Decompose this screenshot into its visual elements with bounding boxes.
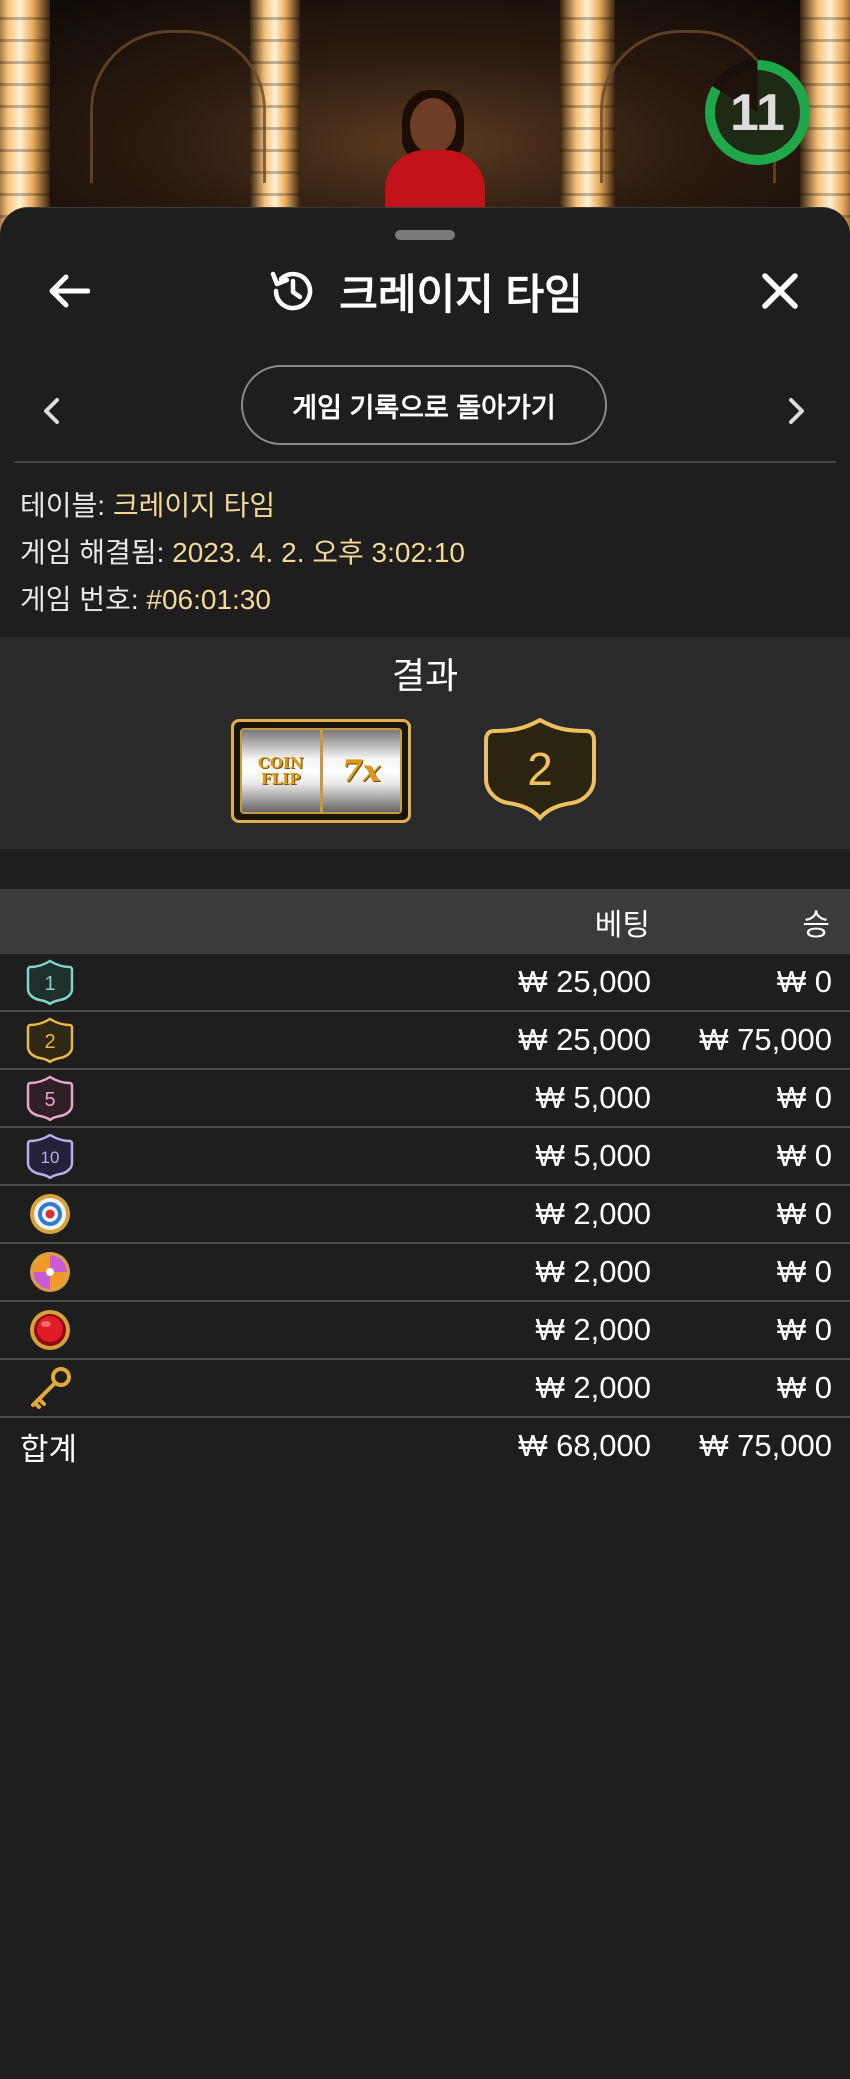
top-slot-icon: COIN FLIP 7x <box>231 719 411 823</box>
table-row: ₩ 2,000 ₩ 0 <box>0 1186 850 1244</box>
win-amount: ₩ 0 <box>776 1370 832 1405</box>
win-amount: ₩ 0 <box>776 1080 832 1115</box>
total-bet-amount: ₩ 68,000 <box>518 1428 651 1463</box>
win-amount: ₩ 0 <box>776 964 832 999</box>
game-history-detail-sheet: 크레이지 타임 게임 기록으로 돌아가기 테이블: 크레이지 타임 게임 해결됨… <box>0 207 850 2079</box>
table-info: 테이블: 크레이지 타임 <box>20 484 275 524</box>
table-row: 1 ₩ 25,000 ₩ 0 <box>0 954 850 1012</box>
slot-reel-coin-flip: COIN FLIP <box>242 730 320 812</box>
bet-amount: ₩ 2,000 <box>535 1254 651 1289</box>
decor-pillar <box>0 0 50 240</box>
slot-reels: COIN FLIP 7x <box>240 728 402 814</box>
svg-text:5: 5 <box>44 1089 55 1111</box>
total-label: 합계 <box>20 1431 78 1467</box>
total-row: 합계 ₩ 68,000 ₩ 75,000 <box>0 1418 850 1474</box>
total-win-amount: ₩ 75,000 <box>699 1428 832 1463</box>
bet-amount: ₩ 5,000 <box>535 1080 651 1115</box>
chevron-left-icon <box>44 398 59 424</box>
resolved-info: 게임 해결됨: 2023. 4. 2. 오후 3:02:10 <box>20 531 465 571</box>
bet-amount: ₩ 2,000 <box>535 1196 651 1231</box>
win-amount: ₩ 0 <box>776 1138 832 1173</box>
previous-game-button[interactable] <box>36 386 66 436</box>
resolved-label: 게임 해결됨: <box>20 537 165 568</box>
svg-text:2: 2 <box>44 1031 55 1053</box>
bets-table-header: 베팅 승 <box>0 889 850 954</box>
number-2-badge-icon: 2 <box>24 1016 76 1064</box>
shield-badge-icon: 2 <box>484 717 596 822</box>
countdown-timer-value: 11 <box>715 70 800 155</box>
svg-text:10: 10 <box>41 1148 60 1167</box>
table-row: 2 ₩ 25,000 ₩ 75,000 <box>0 1012 850 1070</box>
dealer-head <box>410 98 456 154</box>
bet-amount: ₩ 2,000 <box>535 1312 651 1347</box>
result-section: 결과 COIN FLIP 7x 2 <box>0 637 850 849</box>
game-number-info: 게임 번호: #06:01:30 <box>20 578 271 618</box>
win-amount: ₩ 75,000 <box>699 1022 832 1057</box>
cash-hunt-red-button-icon <box>24 1306 76 1354</box>
table-row: ₩ 2,000 ₩ 0 <box>0 1302 850 1360</box>
game-number-label: 게임 번호: <box>20 584 139 615</box>
decor-arch <box>90 30 266 183</box>
table-row: ₩ 2,000 ₩ 0 <box>0 1360 850 1418</box>
back-to-history-button[interactable]: 게임 기록으로 돌아가기 <box>241 365 607 445</box>
page-title-text: 크레이지 타임 <box>339 270 583 318</box>
game-number-value: #06:01:30 <box>146 584 271 615</box>
resolved-value: 2023. 4. 2. 오후 3:02:10 <box>172 537 465 568</box>
result-number-badge: 2 <box>482 717 598 822</box>
countdown-timer: 11 <box>705 60 810 165</box>
sheet-drag-handle[interactable] <box>395 230 455 240</box>
win-amount: ₩ 0 <box>776 1196 832 1231</box>
next-game-button[interactable] <box>782 386 812 436</box>
number-10-badge-icon: 10 <box>24 1132 76 1180</box>
history-icon <box>270 271 313 311</box>
slot-reel-multiplier: 7x <box>319 730 400 812</box>
bet-amount: ₩ 2,000 <box>535 1370 651 1405</box>
win-amount: ₩ 0 <box>776 1312 832 1347</box>
number-1-badge-icon: 1 <box>24 958 76 1006</box>
table-label: 테이블: <box>20 490 106 521</box>
divider <box>14 461 836 463</box>
bet-amount: ₩ 25,000 <box>518 964 651 999</box>
number-5-badge-icon: 5 <box>24 1074 76 1122</box>
result-title: 결과 <box>391 655 459 696</box>
pachinko-candy-icon <box>24 1248 76 1296</box>
table-row: 10 ₩ 5,000 ₩ 0 <box>0 1128 850 1186</box>
crazy-time-key-icon <box>24 1364 76 1412</box>
live-video-background: 11 <box>0 0 850 240</box>
page-title: 크레이지 타임 <box>0 258 850 324</box>
close-icon <box>762 273 798 309</box>
win-amount: ₩ 0 <box>776 1254 832 1289</box>
bet-amount: ₩ 25,000 <box>518 1022 651 1057</box>
close-button[interactable] <box>755 266 805 316</box>
svg-text:1: 1 <box>44 973 55 995</box>
coin-flip-target-icon <box>24 1190 76 1238</box>
table-value: 크레이지 타임 <box>112 490 276 521</box>
chevron-right-icon <box>789 398 804 424</box>
table-row: 5 ₩ 5,000 ₩ 0 <box>0 1070 850 1128</box>
column-win-header: 승 <box>802 908 830 942</box>
bet-amount: ₩ 5,000 <box>535 1138 651 1173</box>
result-number-text: 2 <box>527 743 553 795</box>
table-row: ₩ 2,000 ₩ 0 <box>0 1244 850 1302</box>
column-bet-header: 베팅 <box>594 908 650 942</box>
